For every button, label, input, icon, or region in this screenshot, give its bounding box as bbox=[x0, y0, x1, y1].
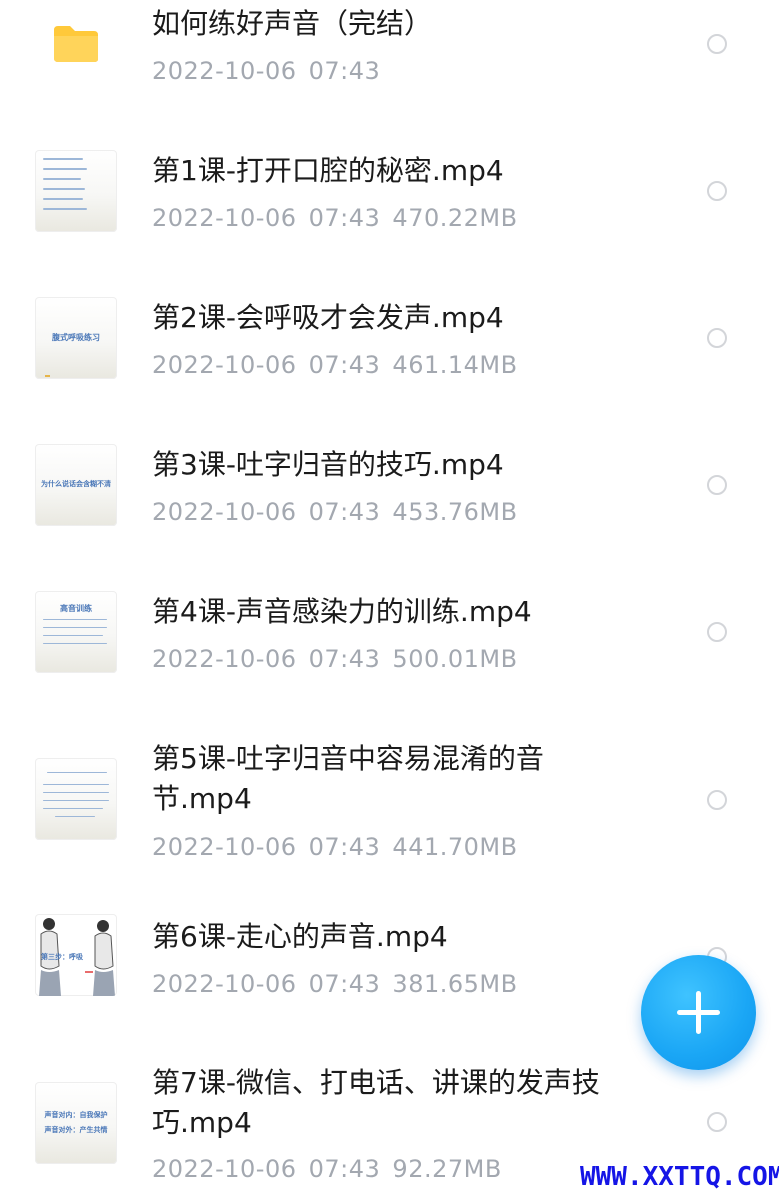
thumbnail-line: 声音对内：自我保护 bbox=[44, 1111, 108, 1119]
file-size: 470.22MB bbox=[392, 204, 518, 232]
select-checkbox[interactable] bbox=[707, 34, 727, 54]
video-thumbnail: 为什么说话会含糊不清 bbox=[35, 444, 117, 526]
file-size: 500.01MB bbox=[392, 645, 518, 673]
file-date: 2022-10-06 07:43 bbox=[152, 351, 381, 379]
file-date: 2022-10-06 07:43 bbox=[152, 645, 381, 673]
file-name: 第4课-声音感染力的训练.mp4 bbox=[152, 595, 532, 628]
thumbnail-title: 腹式呼吸练习 bbox=[52, 333, 100, 342]
file-meta: 2022-10-06 07:43 92.27MB bbox=[152, 1154, 502, 1184]
select-checkbox[interactable] bbox=[707, 328, 727, 348]
video-thumbnail: 高音训练 bbox=[35, 591, 117, 673]
watermark: WWW.XXTTQ.COM bbox=[580, 1162, 779, 1192]
list-item-video[interactable]: 第1课-打开口腔的秘密.mp4 2022-10-06 07:43 470.22M… bbox=[0, 130, 779, 250]
video-thumbnail: 第三步：呼吸 bbox=[35, 914, 117, 996]
list-item-video[interactable]: 第5课-吐字归音中容易混淆的音节.mp4 2022-10-06 07:43 44… bbox=[0, 718, 779, 868]
file-date: 2022-10-06 07:43 bbox=[152, 970, 381, 998]
thumbnail-title: 为什么说话会含糊不清 bbox=[41, 480, 111, 488]
file-date: 2022-10-06 07:43 bbox=[152, 1155, 381, 1183]
file-size: 461.14MB bbox=[392, 351, 518, 379]
file-meta: 2022-10-06 07:43 500.01MB bbox=[152, 644, 518, 674]
file-size: 453.76MB bbox=[392, 498, 518, 526]
video-thumbnail bbox=[35, 758, 117, 840]
folder-icon bbox=[54, 26, 98, 62]
file-name: 第7课-微信、打电话、讲课的发声技巧.mp4 bbox=[152, 1066, 600, 1139]
file-size: 381.65MB bbox=[392, 970, 518, 998]
select-checkbox[interactable] bbox=[707, 475, 727, 495]
file-name: 如何练好声音（完结） bbox=[152, 7, 433, 40]
file-date: 2022-10-06 07:43 bbox=[152, 204, 381, 232]
list-item-video[interactable]: 高音训练 第4课-声音感染力的训练.mp4 2022-10-06 07:43 5… bbox=[0, 571, 779, 691]
file-size: 92.27MB bbox=[392, 1155, 502, 1183]
select-checkbox[interactable] bbox=[707, 1112, 727, 1132]
file-date: 2022-10-06 07:43 bbox=[152, 498, 381, 526]
file-meta: 2022-10-06 07:43 461.14MB bbox=[152, 350, 518, 380]
file-name: 第6课-走心的声音.mp4 bbox=[152, 920, 448, 953]
file-meta: 2022-10-06 07:43 bbox=[152, 56, 380, 86]
file-size: 441.70MB bbox=[392, 833, 518, 861]
file-date: 2022-10-06 07:43 bbox=[152, 833, 381, 861]
select-checkbox[interactable] bbox=[707, 622, 727, 642]
thumbnail-line: 声音对外：产生共情 bbox=[44, 1126, 108, 1134]
list-item-folder[interactable]: 如何练好声音（完结） 2022-10-06 07:43 bbox=[0, 0, 779, 100]
thumbnail-title: 高音训练 bbox=[60, 604, 92, 613]
video-thumbnail: 声音对内：自我保护 声音对外：产生共情 bbox=[35, 1082, 117, 1164]
list-item-video[interactable]: 腹式呼吸练习 第2课-会呼吸才会发声.mp4 2022-10-06 07:43 … bbox=[0, 277, 779, 397]
select-checkbox[interactable] bbox=[707, 790, 727, 810]
file-name: 第1课-打开口腔的秘密.mp4 bbox=[152, 154, 504, 187]
file-name: 第3课-吐字归音的技巧.mp4 bbox=[152, 448, 504, 481]
list-item-video[interactable]: 为什么说话会含糊不清 第3课-吐字归音的技巧.mp4 2022-10-06 07… bbox=[0, 424, 779, 544]
file-meta: 2022-10-06 07:43 441.70MB bbox=[152, 832, 518, 862]
add-button[interactable] bbox=[641, 955, 756, 1070]
file-name: 第5课-吐字归音中容易混淆的音节.mp4 bbox=[152, 742, 544, 815]
file-meta: 2022-10-06 07:43 470.22MB bbox=[152, 203, 518, 233]
file-list-screen: 如何练好声音（完结） 2022-10-06 07:43 第1课-打开口腔的秘密.… bbox=[0, 0, 779, 1200]
file-date: 2022-10-06 07:43 bbox=[152, 57, 381, 85]
thumbnail-title: 第三步：呼吸 bbox=[41, 953, 83, 961]
file-name: 第2课-会呼吸才会发声.mp4 bbox=[152, 301, 504, 334]
select-checkbox[interactable] bbox=[707, 181, 727, 201]
video-thumbnail: 腹式呼吸练习 bbox=[35, 297, 117, 379]
video-thumbnail bbox=[35, 150, 117, 232]
file-meta: 2022-10-06 07:43 381.65MB bbox=[152, 969, 518, 999]
file-meta: 2022-10-06 07:43 453.76MB bbox=[152, 497, 518, 527]
